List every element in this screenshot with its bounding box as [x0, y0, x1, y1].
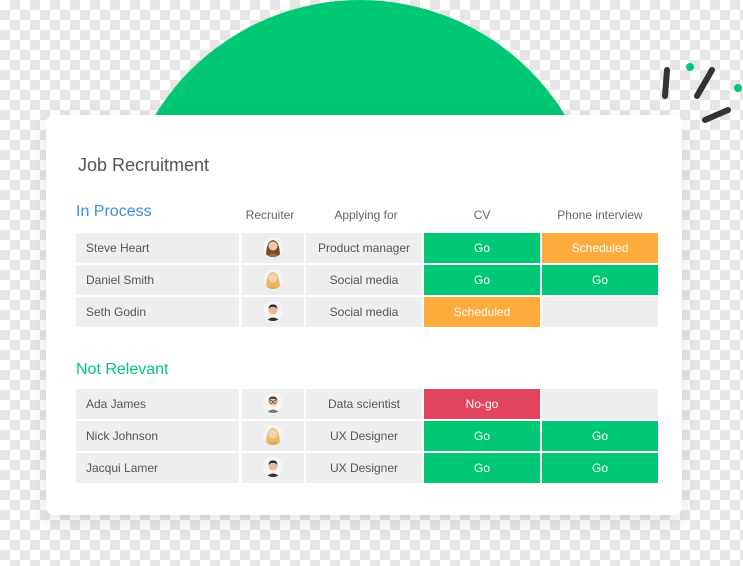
- column-header-cv[interactable]: CV: [424, 208, 540, 222]
- man-dark-hair-avatar-icon: [263, 301, 283, 321]
- applying-for-cell[interactable]: Social media: [306, 265, 422, 295]
- woman-blonde-avatar-icon: [263, 425, 283, 445]
- table-row[interactable]: Jacqui Lamer UX Designer Go Go: [76, 453, 658, 483]
- table-row[interactable]: Ada James Data scientist No-go: [76, 389, 658, 419]
- phone-interview-status-cell[interactable]: Scheduled: [542, 233, 658, 263]
- board-title: Job Recruitment: [78, 155, 210, 175]
- recruiter-cell[interactable]: [242, 421, 304, 451]
- phone-interview-status-cell[interactable]: Go: [542, 453, 658, 483]
- phone-interview-status-cell[interactable]: [542, 297, 658, 327]
- column-header-phone-interview[interactable]: Phone interview: [542, 208, 658, 222]
- applying-for-cell[interactable]: UX Designer: [306, 421, 422, 451]
- table-row[interactable]: Daniel Smith Social media Go Go: [76, 265, 658, 295]
- table-row[interactable]: Seth Godin Social media Scheduled: [76, 297, 658, 327]
- candidate-name[interactable]: Nick Johnson: [76, 421, 239, 451]
- phone-interview-status-cell[interactable]: Go: [542, 265, 658, 295]
- recruiter-cell[interactable]: [242, 453, 304, 483]
- group-title[interactable]: In Process: [76, 203, 152, 221]
- woman-blonde-avatar-icon: [263, 269, 283, 289]
- recruiter-cell[interactable]: [242, 265, 304, 295]
- cv-status-cell[interactable]: Scheduled: [424, 297, 540, 327]
- applying-for-cell[interactable]: UX Designer: [306, 453, 422, 483]
- man-dark-hair-avatar-icon: [263, 457, 283, 477]
- candidate-name[interactable]: Seth Godin: [76, 297, 239, 327]
- candidate-name[interactable]: Daniel Smith: [76, 265, 239, 295]
- column-header-applying-for[interactable]: Applying for: [308, 208, 424, 222]
- candidate-name[interactable]: Steve Heart: [76, 233, 239, 263]
- applying-for-cell[interactable]: Product manager: [306, 233, 422, 263]
- board-card: Job Recruitment Recruiter Applying for C…: [46, 115, 682, 515]
- cv-status-cell[interactable]: Go: [424, 453, 540, 483]
- cv-status-cell[interactable]: Go: [424, 265, 540, 295]
- column-header-recruiter[interactable]: Recruiter: [240, 208, 300, 222]
- candidate-name[interactable]: Ada James: [76, 389, 239, 419]
- man-glasses-avatar-icon: [263, 393, 283, 413]
- applying-for-cell[interactable]: Data scientist: [306, 389, 422, 419]
- table-row[interactable]: Nick Johnson UX Designer Go Go: [76, 421, 658, 451]
- phone-interview-status-cell[interactable]: [542, 389, 658, 419]
- recruiter-cell[interactable]: [242, 297, 304, 327]
- applying-for-cell[interactable]: Social media: [306, 297, 422, 327]
- cv-status-cell[interactable]: No-go: [424, 389, 540, 419]
- cv-status-cell[interactable]: Go: [424, 421, 540, 451]
- table-row[interactable]: Steve Heart Product manager Go Scheduled: [76, 233, 658, 263]
- phone-interview-status-cell[interactable]: Go: [542, 421, 658, 451]
- cv-status-cell[interactable]: Go: [424, 233, 540, 263]
- recruiter-cell[interactable]: [242, 389, 304, 419]
- woman-brown-hair-avatar-icon: [263, 237, 283, 257]
- candidate-name[interactable]: Jacqui Lamer: [76, 453, 239, 483]
- recruiter-cell[interactable]: [242, 233, 304, 263]
- group-title[interactable]: Not Relevant: [76, 361, 169, 379]
